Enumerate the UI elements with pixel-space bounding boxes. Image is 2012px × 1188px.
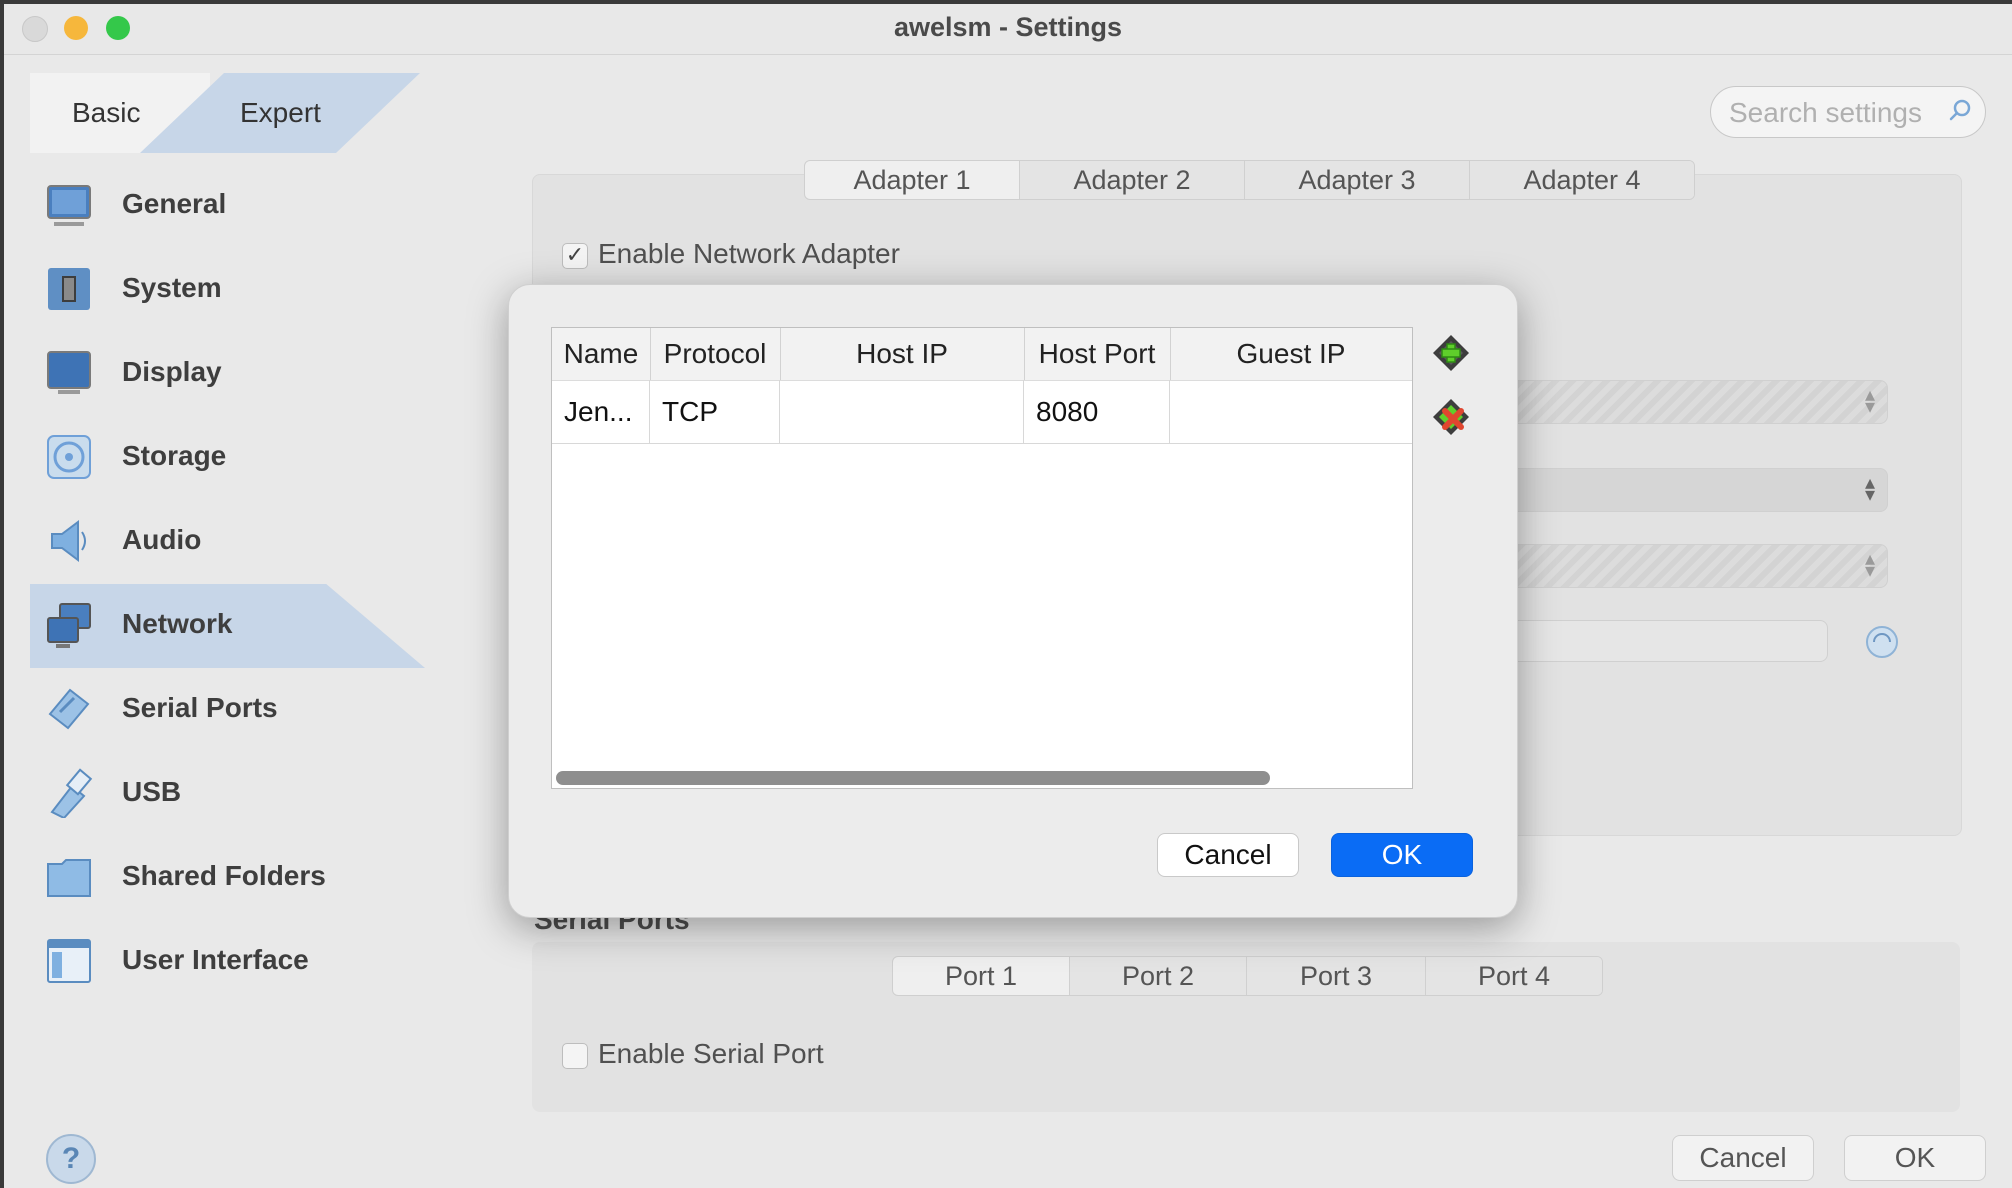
column-header-host-port[interactable]: Host Port: [1024, 328, 1171, 380]
user-interface-icon: [47, 939, 91, 983]
sidebar-item-label: Serial Ports: [122, 692, 278, 723]
search-settings-field[interactable]: Search settings: [1710, 86, 1986, 138]
tab-adapter-2[interactable]: Adapter 2: [1020, 161, 1245, 199]
enable-serial-port-row[interactable]: Enable Serial Port: [562, 1038, 824, 1070]
column-header-protocol[interactable]: Protocol: [650, 328, 781, 380]
cell-host-ip[interactable]: [780, 380, 1024, 443]
add-rule-icon[interactable]: [1431, 333, 1471, 373]
ok-button[interactable]: OK: [1844, 1135, 1986, 1181]
tab-port-1[interactable]: Port 1: [893, 957, 1070, 995]
column-header-host-ip[interactable]: Host IP: [780, 328, 1025, 380]
tab-adapter-3[interactable]: Adapter 3: [1245, 161, 1470, 199]
sidebar-item-label: Display: [122, 356, 222, 387]
select-arrows-icon: ▴ ▾: [1864, 384, 1875, 418]
select-arrows-icon: ▴ ▾: [1864, 548, 1875, 582]
row-divider: [552, 443, 1412, 444]
remove-rule-icon[interactable]: [1431, 397, 1471, 437]
select-arrows-icon: ▴ ▾: [1864, 472, 1875, 506]
title-bar: awelsm - Settings: [4, 4, 2012, 55]
tab-basic-label: Basic: [72, 97, 141, 128]
cancel-button[interactable]: Cancel: [1672, 1135, 1814, 1181]
sidebar-item-serial-ports[interactable]: Serial Ports: [30, 668, 510, 752]
port-forwarding-dialog: Name Protocol Host IP Host Port Guest IP…: [508, 284, 1518, 918]
cell-protocol[interactable]: TCP: [650, 380, 780, 443]
sidebar-item-network[interactable]: Network: [30, 584, 425, 668]
refresh-mac-icon[interactable]: [1864, 624, 1900, 660]
adapter-tab-bar: Adapter 1 Adapter 2 Adapter 3 Adapter 4: [804, 160, 1695, 200]
usb-icon: [50, 768, 93, 818]
cell-guest-ip[interactable]: [1170, 380, 1412, 443]
sidebar-item-general[interactable]: General: [30, 164, 510, 248]
sidebar-item-label: User Interface: [122, 944, 309, 975]
mode-switcher: Basic Expert: [30, 73, 420, 153]
audio-icon: [51, 520, 86, 562]
display-icon: [47, 351, 91, 394]
tab-adapter-1[interactable]: Adapter 1: [805, 161, 1020, 199]
tab-port-3[interactable]: Port 3: [1247, 957, 1426, 995]
cell-host-port[interactable]: 8080: [1024, 380, 1170, 443]
sidebar-item-label: Audio: [122, 524, 202, 555]
enable-network-adapter-row[interactable]: ✓ Enable Network Adapter: [562, 238, 900, 270]
sidebar-item-storage[interactable]: Storage: [30, 416, 510, 500]
column-header-guest-ip[interactable]: Guest IP: [1170, 328, 1412, 380]
tab-expert-label: Expert: [240, 97, 321, 128]
general-icon: [47, 185, 91, 226]
sidebar-item-usb[interactable]: USB: [30, 752, 510, 836]
sidebar-item-label: Network: [122, 608, 233, 639]
cell-name[interactable]: Jen...: [552, 380, 650, 443]
sidebar-item-label: USB: [122, 776, 182, 807]
storage-icon: [47, 435, 91, 479]
horizontal-scrollbar[interactable]: [556, 771, 1270, 785]
settings-window: awelsm - Settings Basic Expert Search se…: [4, 4, 2012, 1188]
sidebar-item-user-interface[interactable]: User Interface: [30, 920, 510, 1004]
port-tab-bar: Port 1 Port 2 Port 3 Port 4: [892, 956, 1603, 996]
search-placeholder: Search settings: [1729, 97, 1922, 128]
enable-network-adapter-checkbox[interactable]: ✓: [562, 242, 588, 269]
enable-serial-port-checkbox[interactable]: [562, 1042, 588, 1069]
sidebar-item-label: Shared Folders: [122, 860, 326, 891]
sidebar-item-label: System: [122, 272, 222, 303]
tab-port-2[interactable]: Port 2: [1070, 957, 1247, 995]
network-icon: [47, 603, 91, 648]
sidebar-item-display[interactable]: Display: [30, 332, 510, 416]
serial-ports-icon: [48, 688, 90, 730]
sidebar-item-label: Storage: [122, 440, 227, 471]
sidebar-item-audio[interactable]: Audio: [30, 500, 510, 584]
table-header: Name Protocol Host IP Host Port Guest IP: [552, 328, 1412, 381]
tab-port-4[interactable]: Port 4: [1426, 957, 1602, 995]
dialog-ok-button[interactable]: OK: [1331, 833, 1473, 877]
help-button[interactable]: ?: [46, 1134, 96, 1184]
search-icon: [1949, 99, 1971, 121]
enable-serial-port-label: Enable Serial Port: [598, 1038, 824, 1069]
system-icon: [48, 268, 90, 310]
sidebar-item-label: General: [122, 188, 227, 219]
tab-adapter-4[interactable]: Adapter 4: [1470, 161, 1694, 199]
enable-network-adapter-label: Enable Network Adapter: [598, 238, 900, 269]
shared-folders-icon: [47, 859, 91, 897]
port-forwarding-table: Name Protocol Host IP Host Port Guest IP…: [551, 327, 1413, 789]
column-header-name[interactable]: Name: [552, 328, 651, 380]
sidebar-item-system[interactable]: System: [30, 248, 510, 332]
window-title: awelsm - Settings: [893, 12, 1123, 42]
dialog-cancel-button[interactable]: Cancel: [1157, 833, 1299, 877]
sidebar-item-shared-folders[interactable]: Shared Folders: [30, 836, 510, 920]
